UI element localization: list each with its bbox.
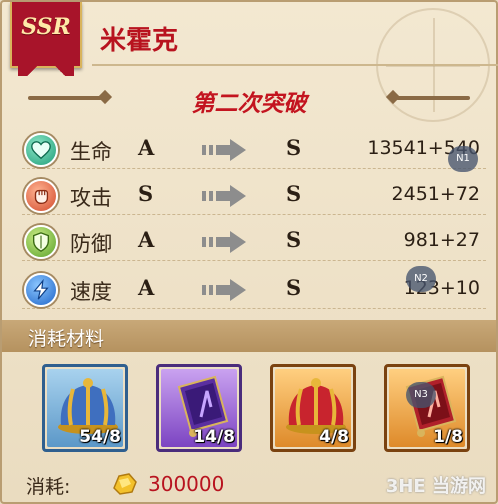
breakthrough-title: 第二次突破 (191, 90, 307, 117)
material-slot[interactable]: 1/8 (384, 364, 470, 452)
shield-icon (24, 225, 58, 259)
stat-row-hp: 生命 A S 13541+540 (22, 130, 486, 169)
arrow-right-icon (202, 279, 246, 301)
grade-to: S (286, 135, 302, 160)
arrow-right-icon (202, 139, 246, 161)
material-count: 14/8 (193, 427, 235, 447)
header-divider (92, 64, 498, 66)
cost-amount: 300000 (148, 472, 225, 496)
stat-value: 981+27 (403, 229, 480, 251)
annotation-badge-n1: N1 (448, 146, 478, 172)
material-slot[interactable]: 4/8 (270, 364, 356, 452)
stat-row-defense: 防御 A S 981+27 (22, 222, 486, 261)
arrow-right-icon (202, 185, 246, 207)
hero-name: 米霍克 (100, 26, 179, 56)
title-row: 第二次突破 (2, 82, 496, 117)
stat-row-attack: 攻击 S S 2451+72 (22, 176, 486, 215)
watermark: 3HE 当游网 (385, 476, 486, 497)
material-slot[interactable]: 54/8 (42, 364, 128, 452)
arrow-right-icon (202, 231, 246, 253)
fist-icon (24, 179, 58, 213)
grade-to: S (286, 181, 302, 206)
breakthrough-panel: SSR 米霍克 第二次突破 生命 A S 13541+540 攻击 S S 24… (0, 0, 498, 504)
grade-to: S (286, 275, 302, 300)
header: SSR 米霍克 (2, 2, 498, 122)
gold-coin-icon (113, 473, 137, 495)
stat-value: 2451+72 (391, 183, 480, 205)
material-count: 54/8 (79, 427, 121, 447)
cost-label: 消耗: (26, 476, 71, 498)
material-slot[interactable]: 14/8 (156, 364, 242, 452)
lightning-icon (24, 273, 58, 307)
materials-header: 消耗材料 (2, 320, 496, 352)
annotation-badge-n2: N2 (406, 266, 436, 292)
ornament-right (385, 89, 470, 105)
material-count: 1/8 (433, 427, 463, 447)
rarity-badge: SSR (10, 2, 82, 76)
annotation-badge-n3: N3 (406, 382, 436, 408)
heart-icon (24, 133, 58, 167)
grade-from: A (138, 227, 155, 252)
grade-from: A (138, 275, 155, 300)
stat-name: 速度 (70, 280, 112, 304)
materials-title: 消耗材料 (28, 328, 105, 350)
rarity-label: SSR (21, 14, 71, 40)
grade-from: A (138, 135, 155, 160)
grade-from: S (138, 181, 154, 206)
stat-name: 生命 (70, 140, 112, 164)
stat-name: 攻击 (70, 186, 112, 210)
stat-name: 防御 (70, 232, 112, 256)
material-count: 4/8 (319, 427, 349, 447)
grade-to: S (286, 227, 302, 252)
